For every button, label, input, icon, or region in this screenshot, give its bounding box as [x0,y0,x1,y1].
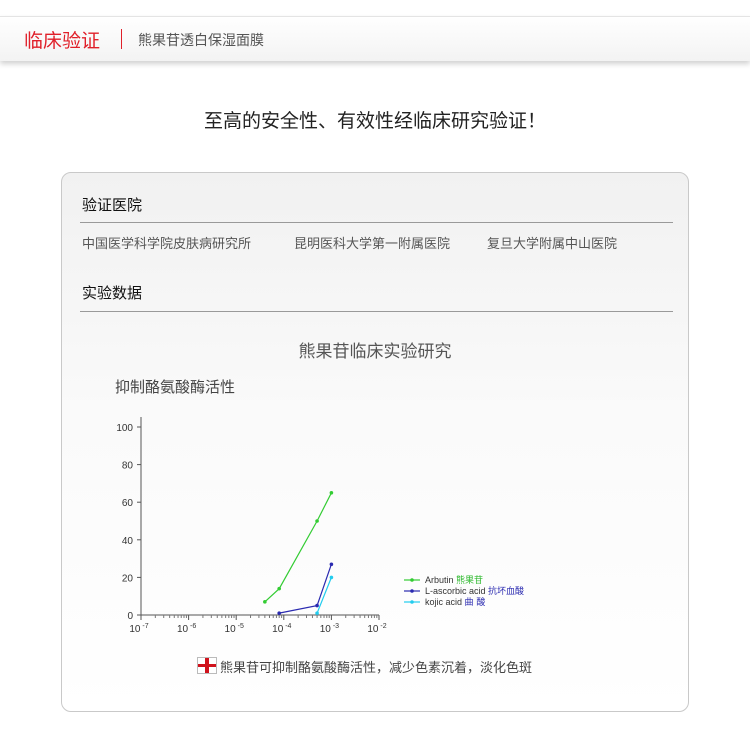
data-point [329,562,334,567]
legend-marker [410,578,414,582]
x-tick-label: 10 -5 [225,623,244,635]
x-tick-label: 10 -6 [177,623,196,635]
flag-icon [197,657,217,674]
data-point [315,603,319,608]
data-point [277,611,281,615]
y-tick-label: 20 [122,573,134,584]
legend-label: L-ascorbic acid 抗坏血酸 [425,585,524,597]
page-header: 临床验证 熊果苷透白保湿面膜 [0,16,750,61]
y-tick-label: 40 [122,536,134,547]
data-point [277,586,281,591]
header-subtitle: 熊果苷透白保湿面膜 [138,33,264,49]
legend-label: Arbutin 熊果苷 [425,574,483,586]
headline: 至高的安全性、有效性经临床研究验证！ [203,110,546,132]
legend-marker [410,600,414,604]
data-point [315,611,319,615]
data-point [315,519,319,523]
clinical-card: 验证医院 中国医学科学院皮肤病研究所 昆明医科大学第一附属医院 复旦大学附属中山… [61,172,689,712]
x-tick-label: 10 -2 [367,623,386,635]
header-divider [121,29,122,49]
y-tick-label: 80 [122,461,134,472]
data-point [329,575,334,580]
legend-label: kojic acid 曲 酸 [425,597,485,608]
data-point [263,600,267,604]
data-point [329,491,334,495]
chart: 0 20 40 60 80 100 10 -7 10 -6 10 -5 10 -4 10 -3 10 … [116,417,524,635]
x-tick-label: 10 -4 [272,623,291,635]
legend-marker [410,589,414,593]
x-tick-label: 10 -7 [129,623,148,635]
chart-caption: 熊果苷可抑制酪氨酸酶活性，减少色素沉着，淡化色斑 [220,661,533,676]
series-line-2 [316,577,332,614]
x-tick-label: 10 -3 [320,623,339,635]
header-title: 临床验证 [24,30,101,52]
y-tick-label: 60 [122,498,134,509]
series-line-1 [279,564,332,614]
y-tick-label: 100 [116,423,133,434]
y-tick-label: 0 [127,611,133,622]
series-line-0 [264,492,332,603]
